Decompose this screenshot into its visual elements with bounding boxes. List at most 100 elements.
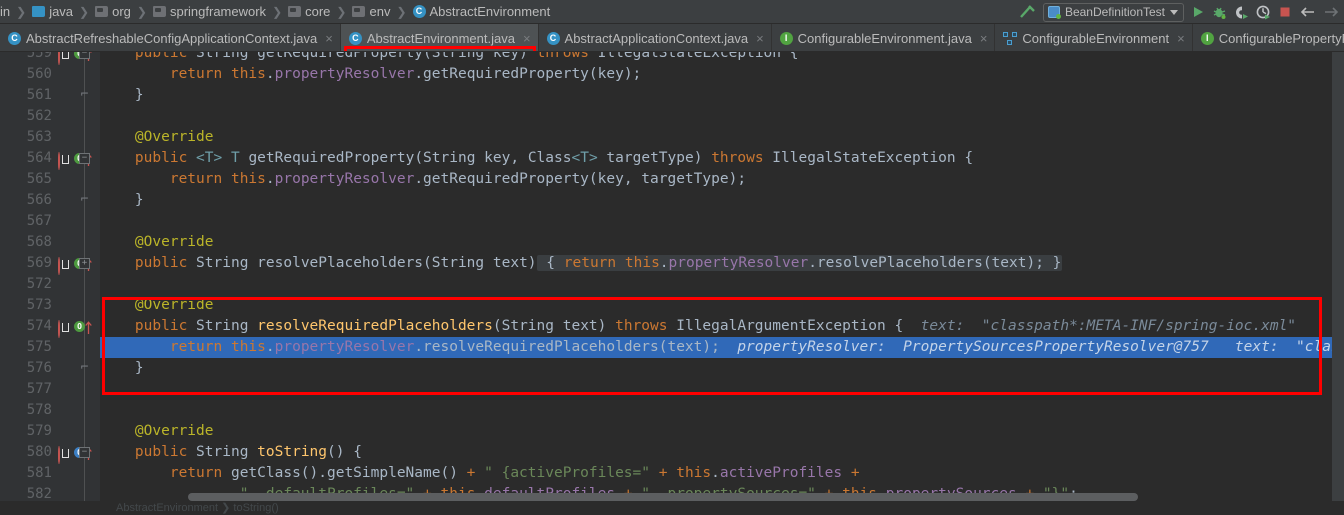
code-text[interactable]: @Override — [100, 232, 214, 253]
run-configuration-selector[interactable]: BeanDefinitionTest — [1042, 2, 1184, 22]
breakpoint-icon[interactable] — [58, 257, 60, 275]
code-line[interactable]: 576 ⌐ } — [0, 358, 1344, 379]
editor-tab-5[interactable]: I ConfigurablePropertyR — [1193, 24, 1344, 51]
code-text[interactable]: } — [100, 190, 144, 211]
class-icon: C — [8, 31, 21, 45]
close-icon[interactable]: × — [325, 31, 333, 46]
folder-icon — [152, 6, 166, 17]
code-token: this — [230, 66, 266, 82]
code-line[interactable]: 573 @Override — [0, 295, 1344, 316]
code-text[interactable]: return this.propertyResolver.resolveRequ… — [100, 337, 1340, 358]
play-icon[interactable] — [1191, 5, 1205, 19]
editor-tab-0[interactable]: C AbstractRefreshableConfigApplicationCon… — [0, 24, 341, 51]
code-line[interactable]: 562 — [0, 106, 1344, 127]
code-line[interactable]: 574 O public String resolveRequiredPlaceh… — [0, 316, 1344, 338]
code-line[interactable]: 577 — [0, 379, 1344, 400]
editor-tab-label: AbstractApplicationContext.java — [564, 30, 749, 46]
breadcrumb-toolbar-row: in ❯ java ❯ org ❯ springframework ❯ core ❯ env ❯ C Ab… — [0, 0, 1344, 24]
code-line[interactable]: 575 return this.propertyResolver.resolve… — [0, 337, 1344, 358]
bug-icon[interactable] — [1212, 5, 1227, 20]
code-line[interactable]: 565 return this.propertyResolver.getRequ… — [0, 169, 1344, 190]
breadcrumb-item-java[interactable]: java — [32, 4, 73, 19]
fold-end-marker[interactable]: ⌐ — [79, 88, 90, 101]
fold-collapse-marker[interactable]: − — [79, 52, 90, 59]
fold-end-marker[interactable]: ⌐ — [79, 361, 90, 374]
code-text[interactable]: public String resolvePlaceholders(String… — [100, 253, 1063, 274]
hammer-icon[interactable] — [1018, 4, 1036, 20]
fold-end-marker[interactable]: ⌐ — [79, 193, 90, 206]
code-line[interactable]: 572 — [0, 274, 1344, 295]
code-line[interactable]: 566 ⌐ } — [0, 190, 1344, 211]
code-text[interactable]: @Override — [100, 421, 214, 442]
breadcrumb-separator: ❯ — [336, 4, 347, 19]
code-token: this — [230, 339, 266, 355]
breadcrumb-separator: ❯ — [136, 4, 147, 19]
code-line[interactable]: 561 ⌐ } — [0, 85, 1344, 106]
breakpoint-icon[interactable] — [58, 446, 60, 464]
arrow-left-icon[interactable] — [1299, 5, 1316, 19]
close-icon[interactable]: × — [756, 31, 764, 46]
code-line[interactable]: 567 — [0, 211, 1344, 232]
code-line[interactable]: 569O+ public String resolvePlaceholders(… — [0, 253, 1344, 275]
breadcrumb-item-org[interactable]: org — [95, 4, 131, 19]
chevron-down-icon[interactable] — [1170, 9, 1178, 15]
code-text[interactable]: @Override — [100, 127, 214, 148]
debugger-inline-hint: propertyResolver: PropertySourcesPropert… — [719, 339, 1340, 355]
code-line[interactable]: 559O− public String getRequiredProperty(… — [0, 52, 1344, 65]
editor-tab-3[interactable]: I ConfigurableEnvironment.java × — [772, 24, 996, 51]
fold-collapse-marker[interactable]: − — [79, 153, 90, 164]
error-stripe-gutter[interactable] — [1332, 52, 1344, 515]
fold-expand-marker[interactable]: + — [79, 258, 90, 269]
code-text[interactable]: } — [100, 358, 144, 379]
code-text[interactable]: public String getRequiredProperty(String… — [100, 52, 799, 64]
code-text[interactable]: return getClass().getSimpleName() + " {a… — [100, 463, 860, 484]
breadcrumb-item-env[interactable]: env — [352, 4, 390, 19]
close-icon[interactable]: × — [523, 31, 531, 46]
code-text[interactable]: return this.propertyResolver.getRequired… — [100, 169, 746, 190]
override-method-icon[interactable]: O — [74, 321, 85, 332]
breadcrumb-item-core[interactable]: core — [288, 4, 330, 19]
code-text[interactable]: public String toString() { — [100, 442, 362, 463]
code-token: + — [850, 465, 860, 481]
code-token: <T> — [196, 150, 223, 166]
editor-tab-1[interactable]: C AbstractEnvironment.java × — [340, 24, 539, 51]
breadcrumb-item-abstractenvironment[interactable]: C AbstractEnvironment — [412, 4, 550, 19]
code-line[interactable]: 563 @Override — [0, 127, 1344, 148]
breadcrumb-separator: ❯ — [79, 4, 90, 19]
code-text[interactable]: @Override — [100, 295, 214, 316]
code-editor[interactable]: 559O− public String getRequiredProperty(… — [0, 52, 1344, 515]
code-line[interactable]: 578 — [0, 400, 1344, 421]
code-line[interactable]: 560 return this.propertyResolver.getRequ… — [0, 64, 1344, 85]
code-token: .resolveRequiredPlaceholders(text); — [414, 339, 720, 355]
code-text[interactable]: } — [100, 85, 144, 106]
line-number: 560 — [26, 66, 52, 82]
close-icon[interactable]: × — [1177, 31, 1185, 46]
code-line[interactable]: 581 return getClass().getSimpleName() + … — [0, 463, 1344, 484]
close-icon[interactable]: × — [980, 31, 988, 46]
code-line[interactable]: 564O− public <T> T getRequiredProperty(S… — [0, 148, 1344, 170]
code-line[interactable]: 568 @Override — [0, 232, 1344, 253]
breadcrumb-item-springframework[interactable]: springframework — [152, 4, 266, 19]
breakpoint-icon[interactable] — [58, 320, 60, 338]
breakpoint-icon[interactable] — [58, 152, 60, 170]
code-line[interactable]: 579 @Override — [0, 421, 1344, 442]
profiler-icon[interactable] — [1256, 5, 1271, 20]
editor-tab-4[interactable]: ConfigurableEnvironment × — [995, 24, 1193, 51]
class-icon: C — [348, 31, 362, 45]
arrow-right-icon[interactable] — [1323, 5, 1340, 19]
stop-square-icon[interactable] — [1278, 5, 1292, 19]
fold-collapse-marker[interactable]: − — [79, 447, 90, 458]
coverage-icon[interactable] — [1234, 5, 1249, 20]
main-toolbar: BeanDefinitionTest — [1018, 0, 1340, 24]
folded-code-region[interactable]: { return this.propertyResolver.resolvePl… — [536, 255, 1063, 271]
horizontal-scrollbar[interactable] — [188, 493, 1138, 501]
code-text[interactable]: public <T> T getRequiredProperty(String … — [100, 148, 973, 169]
code-line[interactable]: 580O− public String toString() { — [0, 442, 1344, 464]
breadcrumb-item-in[interactable]: in — [0, 4, 10, 19]
editor-tab-2[interactable]: C AbstractApplicationContext.java × — [539, 24, 772, 51]
code-text[interactable]: return this.propertyResolver.getRequired… — [100, 64, 641, 85]
code-text[interactable]: public String resolveRequiredPlaceholder… — [100, 316, 1296, 337]
